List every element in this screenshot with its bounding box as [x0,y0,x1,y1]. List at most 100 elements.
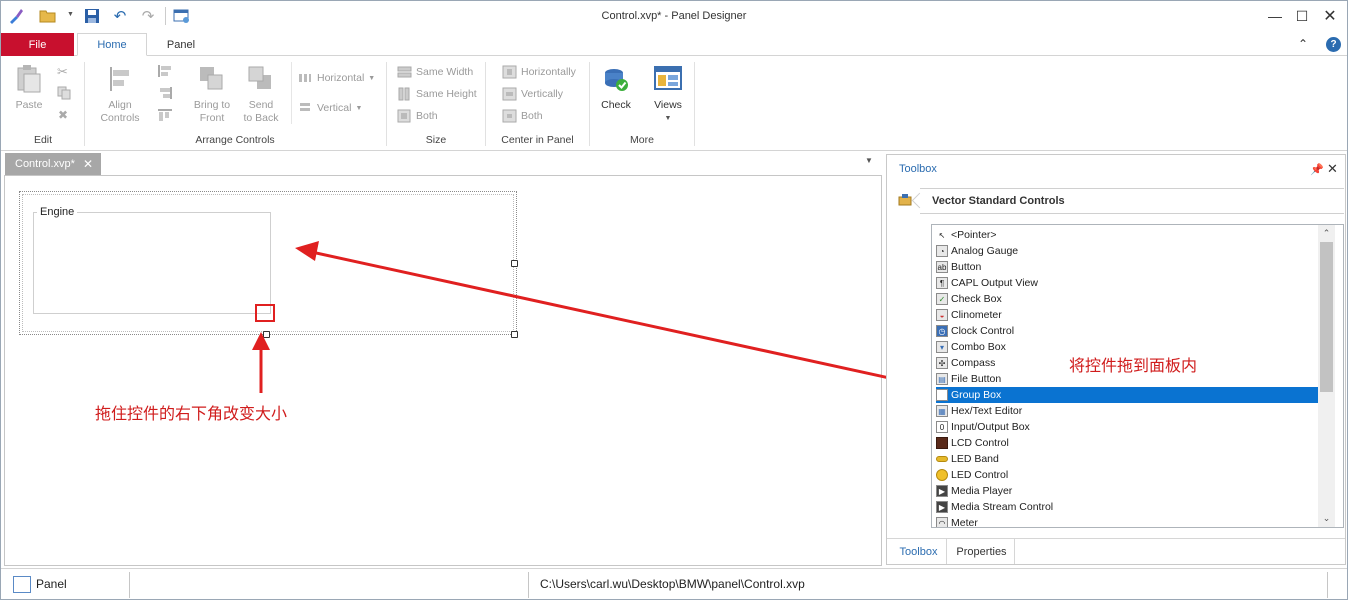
window-title: Control.xvp* - Panel Designer [601,10,747,22]
horizontal-spacing-dropdown[interactable]: Horizontal ▼ [297,68,375,88]
same-size-both-icon [396,109,412,123]
list-item-led-band[interactable]: LED Band [936,451,1318,467]
vertical-spacing-icon [297,101,313,115]
check-icon [601,64,631,94]
close-tab-icon[interactable]: ✕ [83,157,93,171]
list-item-meter[interactable]: ◠ Meter [936,515,1318,527]
document-list-dropdown-icon[interactable]: ▼ [865,156,873,165]
bring-to-front-button[interactable]: Bring to Front [187,64,237,125]
center-group-label: Center in Panel [501,134,574,146]
list-item-pointer[interactable]: ↖ <Pointer> [936,227,1318,243]
resize-handle-right[interactable] [511,260,518,267]
check-button[interactable]: Check [597,64,635,112]
list-item-capl-output-view[interactable]: ¶ CAPL Output View [936,275,1318,291]
send-to-back-button[interactable]: Send to Back [237,64,285,125]
resize-handle-bottom-right[interactable] [511,331,518,338]
status-bar: Panel C:\Users\carl.wu\Desktop\BMW\panel… [1,568,1347,599]
tab-toolbox[interactable]: Toolbox [891,539,947,564]
ribbon-body: Paste ✂ ✖ Edit Align Controls Bring to F… [1,56,1347,151]
pointer-icon: ↖ [938,230,946,240]
list-item-input-output-box[interactable]: 0 Input/Output Box [936,419,1318,435]
resize-handle-bottom[interactable] [263,331,270,338]
list-item-label: <Pointer> [951,229,997,241]
media-stream-icon: ▶ [936,501,948,513]
tab-panel[interactable]: Panel [147,33,215,56]
list-item-clock-control[interactable]: ◷ Clock Control [936,323,1318,339]
engine-group-box[interactable] [33,212,271,314]
center-vertically-icon [501,87,517,101]
center-horizontally-button[interactable]: Horizontally [501,62,576,82]
toolbox-category-header[interactable]: Vector Standard Controls [920,188,1344,214]
toolbox-category-icon[interactable] [898,193,912,209]
document-tab-label: Control.xvp* [15,158,75,170]
list-item-media-player[interactable]: ▶ Media Player [936,483,1318,499]
pin-icon[interactable]: 📌 [1310,163,1324,176]
status-panel-label: Panel [36,577,67,591]
center-vertically-button[interactable]: Vertically [501,84,563,104]
clinometer-icon: ◒ [936,309,948,321]
document-tab[interactable]: Control.xvp* ✕ [5,153,101,175]
scroll-up-icon[interactable]: ⌃ [1318,226,1335,240]
list-item-label: Button [951,261,982,273]
compass-icon: ✣ [936,357,948,369]
center-both-button[interactable]: Both [501,106,543,126]
file-tab[interactable]: File [1,33,74,56]
align-icon [105,64,135,94]
vertical-spacing-dropdown[interactable]: Vertical ▼ [297,98,362,118]
pane-bottom-tabs: Toolbox Properties [887,538,1345,564]
list-item-lcd-control[interactable]: LCD Control [936,435,1318,451]
views-label: Views [654,99,682,111]
align-right-icon[interactable] [157,86,173,100]
send-to-back-icon [246,64,276,94]
input-output-icon: 0 [936,421,948,433]
list-item-led-control[interactable]: LED Control [936,467,1318,483]
align-top-icon[interactable] [157,108,173,122]
list-item-label: LED Band [951,453,999,465]
same-size-both-button[interactable]: Both [396,106,438,126]
status-separator [129,572,130,598]
list-item-label: CAPL Output View [951,277,1038,289]
views-button[interactable]: Views ▼ [647,64,689,125]
cut-icon[interactable]: ✂ [57,64,68,80]
clock-control-icon: ◷ [936,325,948,337]
same-width-button[interactable]: Same Width [396,62,473,82]
bring-to-front-label: Bring to Front [193,99,231,124]
align-left-icon[interactable] [157,64,173,78]
collapse-ribbon-icon[interactable]: ⌃ [1298,37,1308,51]
paste-button[interactable]: Paste [9,64,49,112]
tab-home[interactable]: Home [77,33,147,56]
hex-editor-icon: ▦ [936,405,948,417]
list-item-hex-text-editor[interactable]: ▦ Hex/Text Editor [936,403,1318,419]
status-separator [1327,572,1328,598]
help-icon[interactable]: ? [1326,37,1341,52]
align-controls-button[interactable]: Align Controls [91,64,149,125]
copy-icon[interactable] [57,86,71,100]
same-height-button[interactable]: Same Height [396,84,477,104]
drag-hint-annotation: 将控件拖到面板内 [1069,358,1198,375]
delete-icon[interactable]: ✖ [58,108,68,122]
list-item-button[interactable]: ab Button [936,259,1318,275]
toolbox-control-list[interactable]: ↖ <Pointer> ◔ Analog Gauge ab Button ¶ CAPL … [931,224,1344,528]
list-scrollbar-thumb[interactable] [1320,242,1333,392]
list-item-analog-gauge[interactable]: ◔ Analog Gauge [936,243,1318,259]
ribbon-inner-separator [291,62,292,124]
close-pane-icon[interactable]: ✕ [1327,161,1338,177]
led-band-icon [936,456,948,462]
list-item-clinometer[interactable]: ◒ Clinometer [936,307,1318,323]
analog-gauge-icon: ◔ [936,245,948,257]
close-window-icon[interactable]: ✕ [1315,5,1345,27]
maximize-icon[interactable]: ☐ [1287,5,1317,27]
list-item-label: Media Player [951,485,1013,497]
bring-to-front-icon [197,64,227,94]
vertical-label: Vertical [317,102,352,114]
list-item-media-stream-control[interactable]: ▶ Media Stream Control [936,499,1318,515]
list-item-check-box[interactable]: ✓ Check Box [936,291,1318,307]
panel-canvas[interactable]: Engine 拖住控件的右下角改变大小 [4,175,882,566]
check-label: Check [601,99,631,111]
tab-properties[interactable]: Properties [949,539,1015,564]
list-item-group-box[interactable]: ▭ Group Box [936,387,1318,403]
status-file-path: C:\Users\carl.wu\Desktop\BMW\panel\Contr… [540,577,805,591]
same-height-icon [396,87,412,101]
minimize-icon[interactable]: — [1260,5,1290,27]
scroll-down-icon[interactable]: ⌄ [1318,511,1335,525]
